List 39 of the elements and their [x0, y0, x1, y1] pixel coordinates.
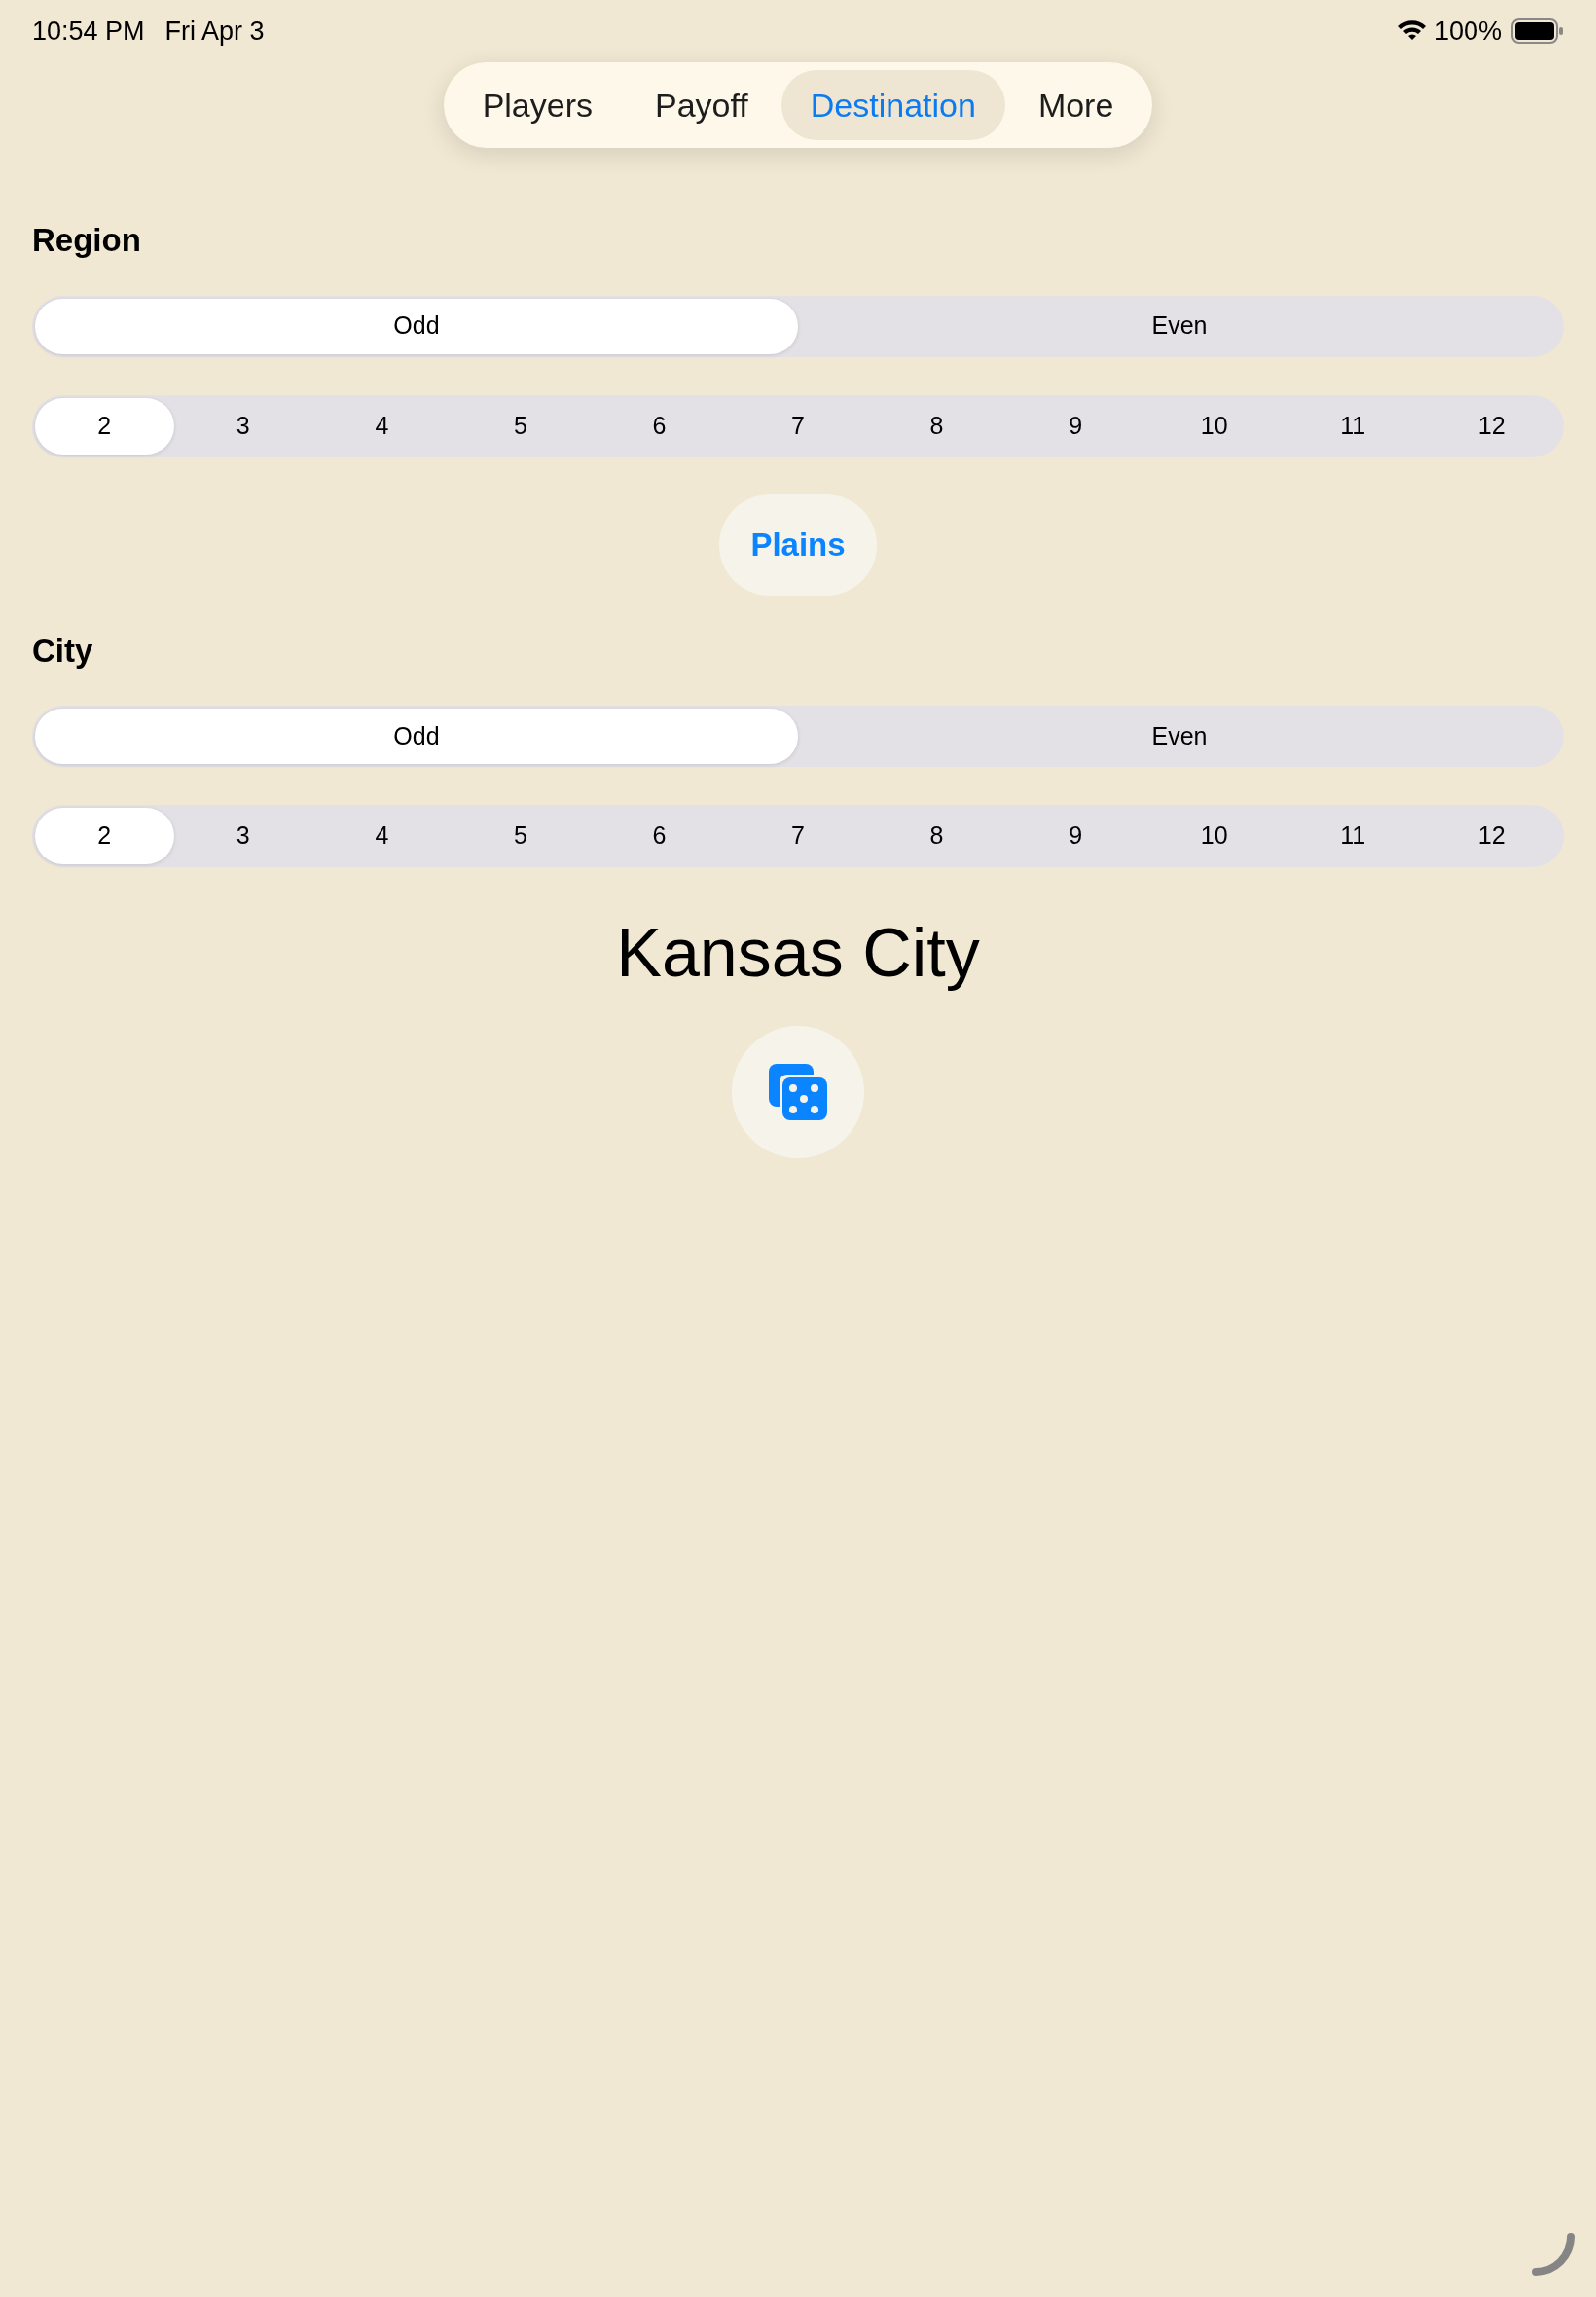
- tab[interactable]: Payoff: [626, 70, 778, 140]
- segment[interactable]: 10: [1144, 397, 1284, 455]
- segment[interactable]: 8: [867, 808, 1006, 864]
- segment[interactable]: 12: [1422, 397, 1561, 455]
- segment[interactable]: Even: [798, 709, 1561, 764]
- segment[interactable]: Even: [798, 298, 1561, 354]
- segment[interactable]: 9: [1005, 808, 1145, 864]
- segment[interactable]: 6: [590, 397, 729, 455]
- status-date: Fri Apr 3: [164, 15, 265, 48]
- segment[interactable]: 3: [173, 397, 313, 455]
- segment[interactable]: 5: [451, 397, 591, 455]
- segment[interactable]: 12: [1422, 808, 1561, 864]
- resize-handle-icon[interactable]: [1530, 2231, 1577, 2278]
- segment[interactable]: 3: [173, 808, 313, 864]
- battery-icon: [1511, 18, 1564, 44]
- segment[interactable]: 9: [1005, 397, 1145, 455]
- tab[interactable]: Players: [453, 70, 622, 140]
- segment[interactable]: 11: [1283, 808, 1423, 864]
- section-title: Region: [32, 221, 142, 260]
- segment[interactable]: 10: [1144, 808, 1284, 864]
- status-time: 10:54 PM: [32, 15, 145, 48]
- section-title: City: [32, 631, 94, 671]
- segment[interactable]: 7: [728, 397, 868, 455]
- segment[interactable]: 11: [1283, 397, 1423, 455]
- segment[interactable]: 6: [590, 808, 729, 864]
- segment[interactable]: Odd: [35, 298, 798, 354]
- segment[interactable]: 5: [451, 808, 591, 864]
- battery-percent: 100%: [1433, 15, 1502, 48]
- segment[interactable]: 2: [35, 808, 174, 864]
- segment[interactable]: 8: [867, 397, 1006, 455]
- city-result: Kansas City: [616, 914, 980, 993]
- tab[interactable]: More: [1008, 70, 1143, 140]
- segment[interactable]: 4: [312, 808, 452, 864]
- segment[interactable]: Odd: [35, 709, 798, 764]
- dice-icon: [769, 1064, 827, 1120]
- segment[interactable]: 4: [312, 397, 452, 455]
- segment[interactable]: 2: [35, 397, 174, 455]
- wifi-icon: [1396, 20, 1427, 42]
- segment[interactable]: 7: [728, 808, 868, 864]
